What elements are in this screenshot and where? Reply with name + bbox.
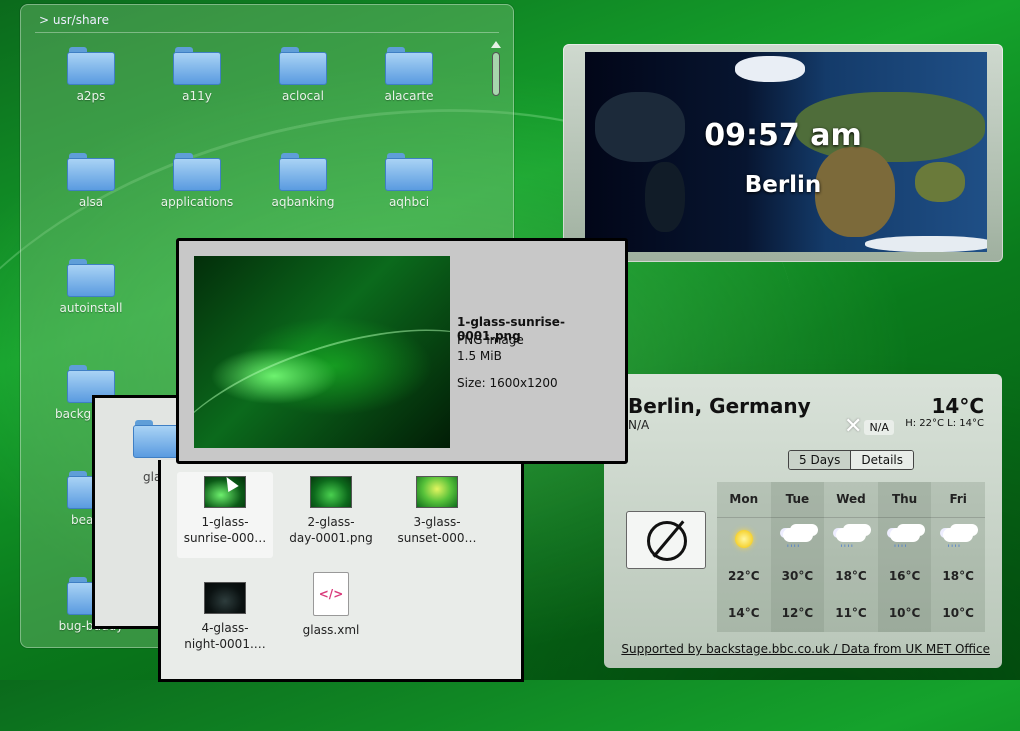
folder-popup: 1-glass- sunrise-000… 2-glass- day-0001.… <box>158 460 524 682</box>
weather-high-low: H: 22°C L: 14°C <box>905 418 984 429</box>
forecast-day: Fri '''' 18°C 10°C <box>931 482 985 632</box>
weather-widget: Berlin, Germany N/A ✕ N/A 14°C H: 22°C L… <box>604 374 1002 668</box>
folder-label: a11y <box>182 89 212 103</box>
forecast-day-name: Tue <box>770 482 825 518</box>
scroll-up-icon[interactable] <box>491 41 501 48</box>
folder-icon <box>173 47 221 85</box>
tab-details[interactable]: Details <box>851 451 914 469</box>
folder-icon <box>67 47 115 85</box>
folder-item[interactable]: applications <box>147 153 247 209</box>
close-icon: ✕ <box>844 414 863 439</box>
rain-cloud-icon: '''' <box>824 518 878 558</box>
tooltip-dimensions: Size: 1600x1200 <box>457 376 558 390</box>
image-preview <box>194 256 450 448</box>
forecast-day-name: Wed <box>824 482 878 518</box>
sun-icon <box>735 530 753 548</box>
forecast-low: 11°C <box>835 606 867 620</box>
folder-icon <box>173 153 221 191</box>
folder-label: autoinstall <box>59 301 123 315</box>
folder-label: aclocal <box>282 89 324 103</box>
folder-label: a2ps <box>76 89 106 103</box>
file-info-tooltip: 1-glass-sunrise-0001.png PNG image 1.5 M… <box>176 238 628 464</box>
clock-time: 09:57 am <box>704 118 862 153</box>
forecast-low: 12°C <box>781 606 814 620</box>
weather-condition: N/A <box>628 418 650 432</box>
file-label: 1-glass- sunrise-000… <box>183 515 267 545</box>
file-item[interactable]: 2-glass- day-0001.png <box>283 472 379 546</box>
folder-label: alacarte <box>384 89 434 103</box>
forecast-low: 10°C <box>888 606 921 620</box>
file-label: 4-glass- night-0001.… <box>184 621 266 651</box>
forecast-low: 14°C <box>728 606 760 620</box>
image-thumbnail <box>416 476 458 508</box>
forecast-low: 10°C <box>942 606 974 620</box>
folder-icon <box>385 153 433 191</box>
folder-label: aqbanking <box>271 195 335 209</box>
forecast-day-name: Fri <box>931 482 985 518</box>
file-label: glass.xml <box>302 623 360 637</box>
folder-icon <box>279 153 327 191</box>
folder-icon <box>67 259 115 297</box>
tooltip-filesize: 1.5 MiB <box>457 349 502 363</box>
forecast-high: 16°C <box>888 569 921 583</box>
weather-source-link[interactable]: Supported by backstage.bbc.co.uk / Data … <box>604 642 990 656</box>
clock-city: Berlin <box>744 172 822 198</box>
forecast-high: 18°C <box>835 569 867 583</box>
folder-item[interactable]: alacarte <box>359 47 459 103</box>
weather-tabs: 5 Days Details <box>788 450 915 470</box>
rain-cloud-icon: '''' <box>771 518 825 558</box>
rain-cloud-icon: '''' <box>931 518 985 558</box>
world-clock-widget: 09:57 am Berlin <box>563 44 1003 262</box>
weather-condition-icon <box>626 511 706 569</box>
folder-item[interactable]: a2ps <box>41 47 141 103</box>
xml-file-icon: </> <box>313 572 349 616</box>
folder-item[interactable]: a11y <box>147 47 247 103</box>
folder-path-divider <box>35 32 499 33</box>
folder-item[interactable]: aqhbci <box>359 153 459 209</box>
folder-item[interactable]: autoinstall <box>41 259 141 315</box>
folder-label: alsa <box>78 195 104 209</box>
folder-icon <box>133 420 181 458</box>
folder-icon <box>279 47 327 85</box>
file-item[interactable]: 4-glass- night-0001.… <box>177 578 273 652</box>
weather-na-indicator: ✕ N/A <box>844 414 894 439</box>
tab-5-days[interactable]: 5 Days <box>789 451 852 469</box>
rain-cloud-icon: '''' <box>878 518 932 558</box>
file-label: 2-glass- day-0001.png <box>289 515 373 545</box>
folder-item[interactable]: aclocal <box>253 47 353 103</box>
folder-item[interactable]: alsa <box>41 153 141 209</box>
folder-icon <box>385 47 433 85</box>
folder-icon <box>67 153 115 191</box>
tooltip-filetype: PNG image <box>457 333 524 347</box>
forecast-grid: Mon 22°C 14°C Tue '''' 30°C 12°C Wed '''… <box>717 482 985 632</box>
file-label: 3-glass- sunset-000… <box>397 515 477 545</box>
file-item[interactable]: </> glass.xml <box>283 572 379 638</box>
forecast-day: Wed '''' 18°C 11°C <box>824 482 878 632</box>
image-thumbnail <box>204 582 246 614</box>
forecast-high: 30°C <box>781 569 814 583</box>
file-item[interactable]: 3-glass- sunset-000… <box>389 472 485 546</box>
forecast-day: Thu '''' 16°C 10°C <box>877 482 932 632</box>
na-badge: N/A <box>864 419 894 435</box>
forecast-day: Mon 22°C 14°C <box>717 482 771 632</box>
forecast-day-name: Thu <box>877 482 932 518</box>
folder-item[interactable]: aqbanking <box>253 153 353 209</box>
scrollbar-thumb[interactable] <box>492 52 500 96</box>
forecast-high: 18°C <box>942 569 974 583</box>
folder-label: applications <box>160 195 234 209</box>
weather-city: Berlin, Germany <box>628 394 811 418</box>
weather-temperature: 14°C <box>931 394 984 418</box>
folder-label: aqhbci <box>388 195 430 209</box>
forecast-day-name: Mon <box>717 482 771 518</box>
image-thumbnail <box>310 476 352 508</box>
forecast-high: 22°C <box>728 569 760 583</box>
folder-path[interactable]: > usr/share <box>39 13 109 27</box>
forecast-day: Tue '''' 30°C 12°C <box>770 482 825 632</box>
